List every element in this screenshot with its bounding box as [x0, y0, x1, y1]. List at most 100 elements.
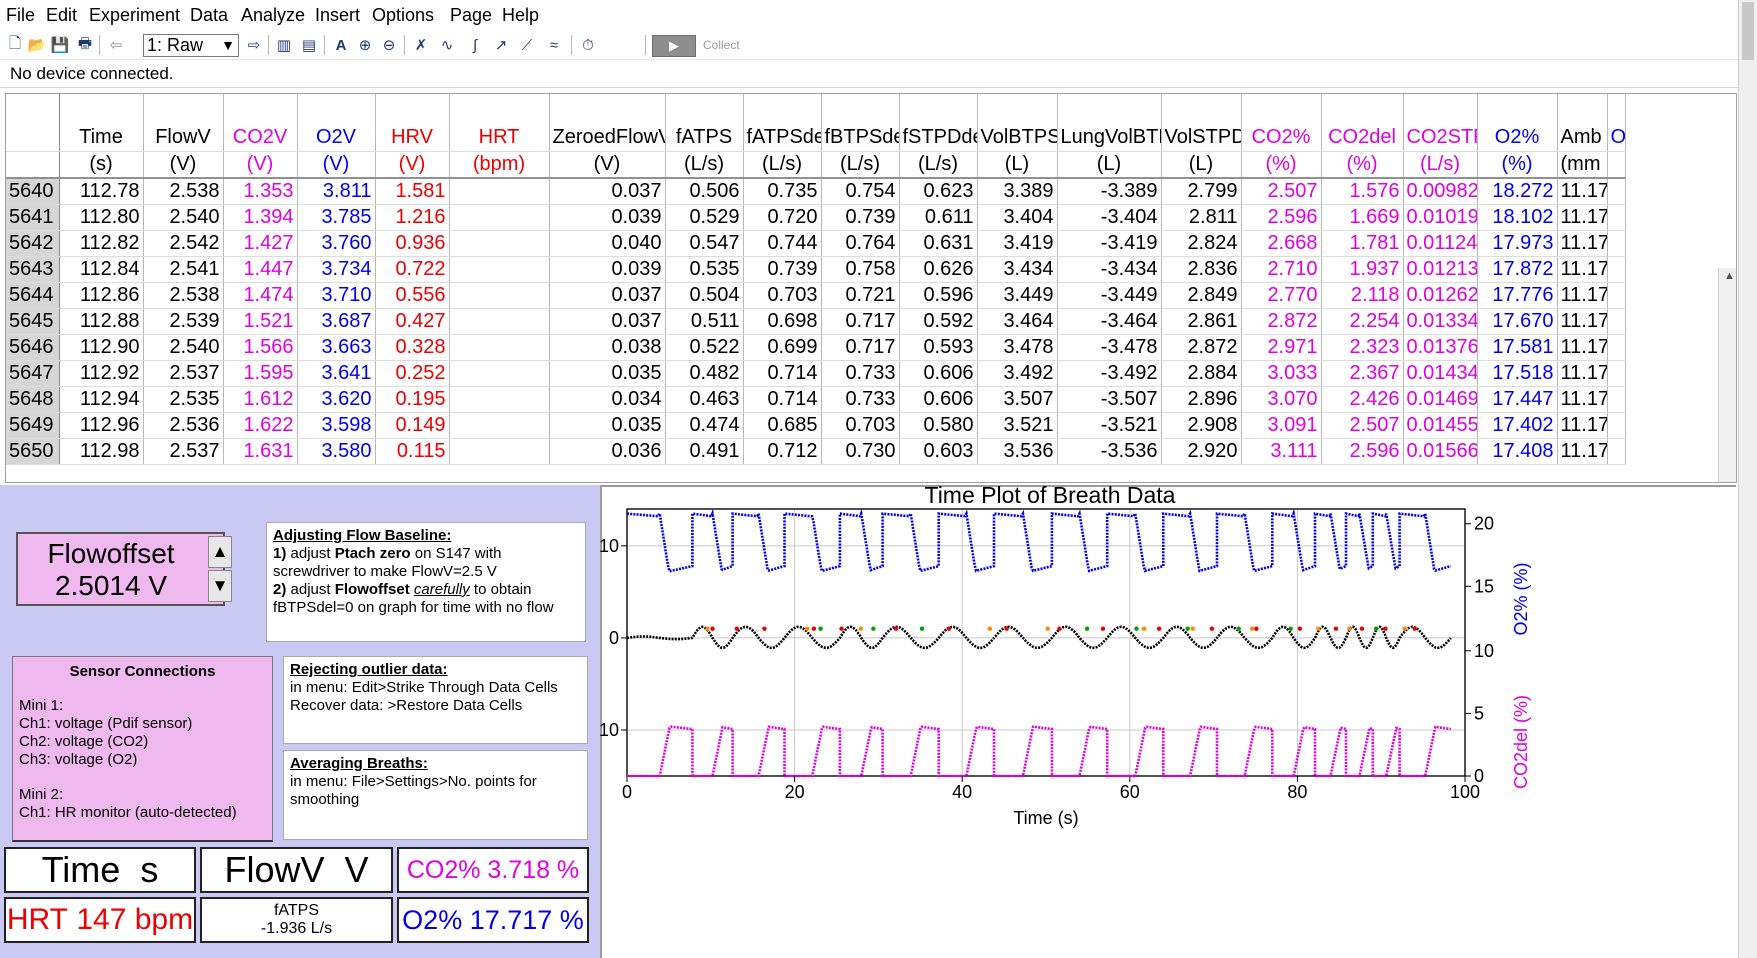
table-cell[interactable]: 18.272 — [1477, 178, 1558, 205]
table-cell[interactable]: 112.78 — [59, 178, 144, 205]
table-cell[interactable]: 0.252 — [375, 360, 450, 387]
row-index[interactable]: 5649 — [6, 412, 60, 439]
table-cell[interactable]: 11.17 — [1557, 360, 1608, 387]
table-cell[interactable]: 3.811 — [297, 178, 376, 205]
table-cell[interactable]: 3.734 — [297, 256, 376, 283]
table-cell[interactable]: 17.776 — [1477, 282, 1558, 309]
table-options-icon[interactable]: ⇨ — [243, 34, 265, 56]
table-cell[interactable]: 0.01434 — [1403, 360, 1478, 387]
table-cell[interactable]: -3.507 — [1057, 386, 1162, 413]
scroll-up-icon[interactable]: ▲ — [1724, 270, 1735, 282]
table-cell[interactable] — [1607, 412, 1626, 439]
table-cell[interactable]: 1.576 — [1321, 178, 1404, 205]
table-cell[interactable]: 0.717 — [821, 308, 900, 335]
row-index[interactable]: 5642 — [6, 230, 60, 257]
meter-hrt[interactable]: HRT 147 bpm — [4, 897, 196, 943]
table-cell[interactable]: 2.896 — [1161, 386, 1242, 413]
table-cell[interactable]: 0.596 — [899, 282, 978, 309]
table-cell[interactable]: 0.037 — [549, 178, 666, 205]
open-folder-icon[interactable]: 📂 — [26, 34, 48, 56]
table-cell[interactable]: 2.507 — [1241, 178, 1322, 205]
menu-analyze[interactable]: Analyze — [241, 5, 305, 26]
table-cell[interactable]: -3.404 — [1057, 204, 1162, 231]
new-file-icon[interactable]: 🗋 — [4, 34, 26, 56]
table-cell[interactable]: 3.464 — [977, 308, 1058, 335]
table-cell[interactable]: 17.447 — [1477, 386, 1558, 413]
tangent-icon[interactable]: ↗ — [490, 34, 512, 56]
table-cell[interactable]: 2.824 — [1161, 230, 1242, 257]
column-header-name[interactable]: Time — [59, 124, 144, 152]
table-cell[interactable]: 0.626 — [899, 256, 978, 283]
table-cell[interactable] — [1607, 230, 1626, 257]
column-header-name[interactable]: VolSTPD — [1161, 124, 1242, 152]
table-cell[interactable]: 0.491 — [665, 438, 744, 465]
column-header-name[interactable]: CO2% — [1241, 124, 1322, 152]
table-cell[interactable]: 0.427 — [375, 308, 450, 335]
column-header-name[interactable]: fATPSdel — [743, 124, 822, 152]
table-cell[interactable]: 112.84 — [59, 256, 144, 283]
table-cell[interactable]: 0.529 — [665, 204, 744, 231]
stopwatch-icon[interactable]: ⏱ — [577, 34, 599, 56]
table-cell[interactable]: -3.434 — [1057, 256, 1162, 283]
row-index[interactable]: 5650 — [6, 438, 60, 465]
table-cell[interactable]: 0.040 — [549, 230, 666, 257]
table-cell[interactable]: 0.733 — [821, 360, 900, 387]
table-cell[interactable]: 3.419 — [977, 230, 1058, 257]
row-index[interactable]: 5647 — [6, 360, 60, 387]
table-cell[interactable]: 3.598 — [297, 412, 376, 439]
table-cell[interactable]: 2.836 — [1161, 256, 1242, 283]
table-cell[interactable]: 0.936 — [375, 230, 450, 257]
table-cell[interactable]: 1.937 — [1321, 256, 1404, 283]
table-cell[interactable]: -3.419 — [1057, 230, 1162, 257]
column-header-name[interactable]: LungVolBTPS — [1057, 124, 1162, 152]
table-cell[interactable]: -3.521 — [1057, 412, 1162, 439]
table-cell[interactable]: 0.328 — [375, 334, 450, 361]
column-header-name[interactable]: HRT — [449, 124, 550, 152]
table-cell[interactable]: 2.542 — [143, 230, 224, 257]
table-cell[interactable]: 0.01566 — [1403, 438, 1478, 465]
autoscale-icon[interactable]: A — [330, 34, 352, 56]
table-cell[interactable]: 1.447 — [223, 256, 298, 283]
dataset-select[interactable]: 1: Raw ▼ — [143, 34, 239, 57]
table-cell[interactable] — [1607, 386, 1626, 413]
table-cell[interactable]: 2.849 — [1161, 282, 1242, 309]
table-cell[interactable]: 0.01262 — [1403, 282, 1478, 309]
table-cell[interactable]: 3.111 — [1241, 438, 1322, 465]
table-cell[interactable]: 2.118 — [1321, 282, 1404, 309]
table-cell[interactable]: 112.92 — [59, 360, 144, 387]
table-cell[interactable]: 3.710 — [297, 282, 376, 309]
table-cell[interactable]: 0.703 — [743, 282, 822, 309]
table-cell[interactable]: 17.518 — [1477, 360, 1558, 387]
column-header-name[interactable]: O2V — [297, 124, 376, 152]
table-cell[interactable]: 112.80 — [59, 204, 144, 231]
table-cell[interactable]: 2.872 — [1161, 334, 1242, 361]
table-cell[interactable] — [1607, 178, 1626, 205]
linear-fit-icon[interactable]: ⟋ — [516, 34, 538, 56]
table-cell[interactable]: 0.717 — [821, 334, 900, 361]
table-cell[interactable]: 2.540 — [143, 334, 224, 361]
table-cell[interactable]: 0.631 — [899, 230, 978, 257]
table-cell[interactable]: 0.754 — [821, 178, 900, 205]
column-header-name[interactable]: O2% — [1477, 124, 1558, 152]
table-cell[interactable]: 11.17 — [1557, 412, 1608, 439]
table-cell[interactable]: 0.592 — [899, 308, 978, 335]
table-cell[interactable]: 1.631 — [223, 438, 298, 465]
table-cell[interactable]: 3.492 — [977, 360, 1058, 387]
table-cell[interactable]: 2.861 — [1161, 308, 1242, 335]
table-cell[interactable]: 2.541 — [143, 256, 224, 283]
table-cell[interactable]: 3.521 — [977, 412, 1058, 439]
table-cell[interactable]: 11.17 — [1557, 230, 1608, 257]
table-cell[interactable]: 2.426 — [1321, 386, 1404, 413]
table-cell[interactable]: 1.581 — [375, 178, 450, 205]
table-cell[interactable]: 0.01213 — [1403, 256, 1478, 283]
flowoffset-decrease-button[interactable]: ▼ — [208, 570, 232, 602]
table-cell[interactable]: 0.699 — [743, 334, 822, 361]
column-header-name[interactable]: O2H — [1607, 124, 1626, 152]
table-cell[interactable]: 0.035 — [549, 360, 666, 387]
table-cell[interactable]: 112.90 — [59, 334, 144, 361]
print-icon[interactable]: 🖶 — [74, 34, 96, 56]
table-cell[interactable]: 11.17 — [1557, 308, 1608, 335]
table-cell[interactable] — [449, 412, 550, 439]
table-cell[interactable]: 0.463 — [665, 386, 744, 413]
table-cell[interactable]: 0.606 — [899, 386, 978, 413]
